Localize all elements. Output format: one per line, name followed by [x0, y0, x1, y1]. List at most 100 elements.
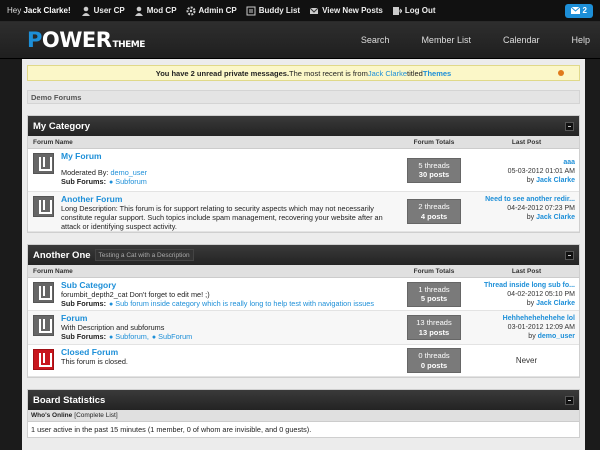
category-title[interactable]: Another One: [33, 250, 91, 261]
pm-notice: You have 2 unread private messages. The …: [27, 65, 580, 81]
last-post-author-link[interactable]: Jack Clarke: [536, 300, 575, 307]
last-post-author-link[interactable]: Jack Clarke: [536, 214, 575, 221]
forum-totals: 5 threads 30 posts: [407, 157, 461, 183]
subforum-link[interactable]: Sub forum inside category which is reall…: [115, 299, 374, 308]
category-my-category: My Category Forum Name Forum Totals Last…: [27, 115, 580, 233]
forum-list: Sub Category forumbit_depth2_cat Don't f…: [28, 278, 579, 377]
main-nav: Search Member List Calendar Help: [361, 35, 590, 45]
forum-totals: 2 threads 4 posts: [407, 199, 461, 224]
category-title[interactable]: My Category: [33, 121, 90, 132]
moderator-link[interactable]: demo_user: [111, 168, 148, 177]
nav-search[interactable]: Search: [361, 35, 390, 45]
logo-text: OWER: [41, 28, 112, 52]
moderated-by: Moderated By: demo_user: [61, 168, 148, 177]
subforum-link[interactable]: SubForum: [158, 332, 192, 341]
new-posts-icon: [309, 7, 319, 14]
forum-status-icon: [28, 311, 58, 344]
last-post: Thread inside long sub fo... 04-02-2012 …: [474, 278, 579, 310]
notice-text: You have 2 unread private messages.: [155, 68, 290, 78]
online-summary: 1 user active in the past 15 minutes (1 …: [31, 425, 312, 434]
board-statistics: Board Statistics Who's Online [Complete …: [27, 389, 580, 438]
last-post-by: by Jack Clarke: [526, 214, 575, 221]
whos-online-title[interactable]: Who's Online: [31, 412, 72, 419]
site-logo[interactable]: P OWER THEME: [27, 28, 145, 52]
mod-user-icon: [134, 6, 143, 16]
forum-title-link[interactable]: Forum: [61, 314, 391, 323]
forum-row: Another Forum Long Description: This for…: [28, 192, 579, 232]
last-post: Need to see another redir... 04-24-2012 …: [474, 192, 579, 231]
subforum-link[interactable]: Subforum,: [115, 332, 149, 341]
forum-list: My Forum Moderated By: demo_user Sub For…: [28, 149, 579, 232]
last-post: aaa 05-03-2012 01:01 AM by Jack Clarke: [474, 149, 579, 191]
admin-cp-link[interactable]: Admin CP: [186, 6, 237, 16]
last-post-date: 04-24-2012 07:23 PM: [507, 205, 575, 212]
forum-status-icon: [28, 278, 58, 310]
logo-letter-p: P: [27, 28, 42, 52]
buddy-list-link[interactable]: Buddy List: [246, 6, 300, 16]
complete-list-link[interactable]: [Complete List]: [74, 412, 117, 419]
view-new-posts-link[interactable]: View New Posts: [309, 6, 383, 16]
private-messages-button[interactable]: 2: [564, 3, 593, 18]
user-cp-link[interactable]: User CP: [81, 6, 125, 16]
stats-header: Board Statistics: [28, 390, 579, 410]
category-header: Another One Testing a Cat with a Descrip…: [28, 245, 579, 265]
forum-title-link[interactable]: My Forum: [61, 152, 391, 161]
last-post-author-link[interactable]: demo_user: [538, 333, 575, 340]
forum-description: With Description and subforums: [61, 323, 165, 332]
stats-title: Board Statistics: [33, 394, 106, 406]
col-last-post: Last Post: [511, 267, 542, 275]
notice-middle: The most recent is from: [289, 68, 368, 78]
notice-title-link[interactable]: Themes: [423, 69, 451, 78]
category-description: Testing a Cat with a Description: [94, 249, 194, 261]
collapse-icon[interactable]: [565, 395, 574, 405]
breadcrumb[interactable]: Demo Forums: [27, 90, 580, 104]
last-post-title-link[interactable]: aaa: [474, 158, 575, 167]
last-post-never: Never: [515, 356, 538, 365]
sub-forums: Sub Forums: ● Sub forum inside category wh…: [61, 299, 375, 308]
buddy-list-icon: [246, 6, 256, 15]
collapse-icon[interactable]: [565, 250, 574, 260]
forum-description: Long Description: This forum is for supp…: [61, 204, 383, 231]
username[interactable]: Jack Clarke!: [23, 6, 70, 15]
last-post-by: by demo_user: [528, 333, 575, 340]
forum-description: This forum is closed.: [61, 357, 128, 366]
gear-icon: [186, 6, 196, 15]
site-header: P OWER THEME Search Member List Calendar H…: [0, 22, 600, 59]
last-post-title-link[interactable]: Thread inside long sub fo...: [474, 281, 575, 290]
last-post: Hehhehehehehehe lol 03-01-2012 12:09 AM …: [474, 311, 579, 344]
col-forum-totals: Forum Totals: [413, 267, 455, 275]
main-content: You have 2 unread private messages. The …: [22, 59, 585, 450]
user-icon: [81, 6, 90, 16]
log-out-link[interactable]: Log Out: [392, 6, 436, 16]
last-post-title-link[interactable]: Need to see another redir...: [474, 195, 575, 204]
forum-title-link[interactable]: Sub Category: [61, 281, 391, 290]
nav-calendar[interactable]: Calendar: [503, 35, 540, 45]
last-post-title-link[interactable]: Hehhehehehehehe lol: [474, 314, 575, 323]
forum-row: Closed Forum This forum is closed. 0 thr…: [28, 345, 579, 377]
nav-help[interactable]: Help: [571, 35, 590, 45]
envelope-icon: [570, 7, 580, 14]
nav-member-list[interactable]: Member List: [421, 35, 471, 45]
notice-sender-link[interactable]: Jack Clarke: [368, 69, 407, 78]
mod-cp-link[interactable]: Mod CP: [134, 6, 177, 16]
category-another-one: Another One Testing a Cat with a Descrip…: [27, 244, 580, 378]
dismiss-notice-icon[interactable]: [558, 70, 564, 76]
col-forum-name: Forum Name: [33, 138, 73, 146]
logo-theme-text: THEME: [112, 40, 145, 50]
collapse-icon[interactable]: [565, 121, 574, 131]
category-header: My Category: [28, 116, 579, 136]
forum-row: Forum With Description and subforums Sub…: [28, 311, 579, 345]
last-post-author-link[interactable]: Jack Clarke: [536, 177, 575, 184]
sub-forums: Sub Forums: ● Subforum, ● SubForum: [61, 332, 193, 341]
subforum-link[interactable]: Subforum: [115, 177, 147, 186]
forum-description: forumbit_depth2_cat Don't forget to edit…: [61, 290, 210, 299]
last-post-by: by Jack Clarke: [526, 300, 575, 307]
top-bar: Hey Jack Clarke! User CP Mod CP Admin CP…: [0, 0, 600, 22]
column-headers: Forum Name Forum Totals Last Post: [28, 136, 579, 149]
forum-title-link[interactable]: Closed Forum: [61, 348, 391, 357]
forum-title-link[interactable]: Another Forum: [61, 195, 391, 204]
col-forum-name: Forum Name: [33, 267, 73, 275]
forum-status-icon: [28, 192, 58, 231]
last-post-date: 05-03-2012 01:01 AM: [507, 168, 575, 175]
forum-row: My Forum Moderated By: demo_user Sub For…: [28, 149, 579, 192]
